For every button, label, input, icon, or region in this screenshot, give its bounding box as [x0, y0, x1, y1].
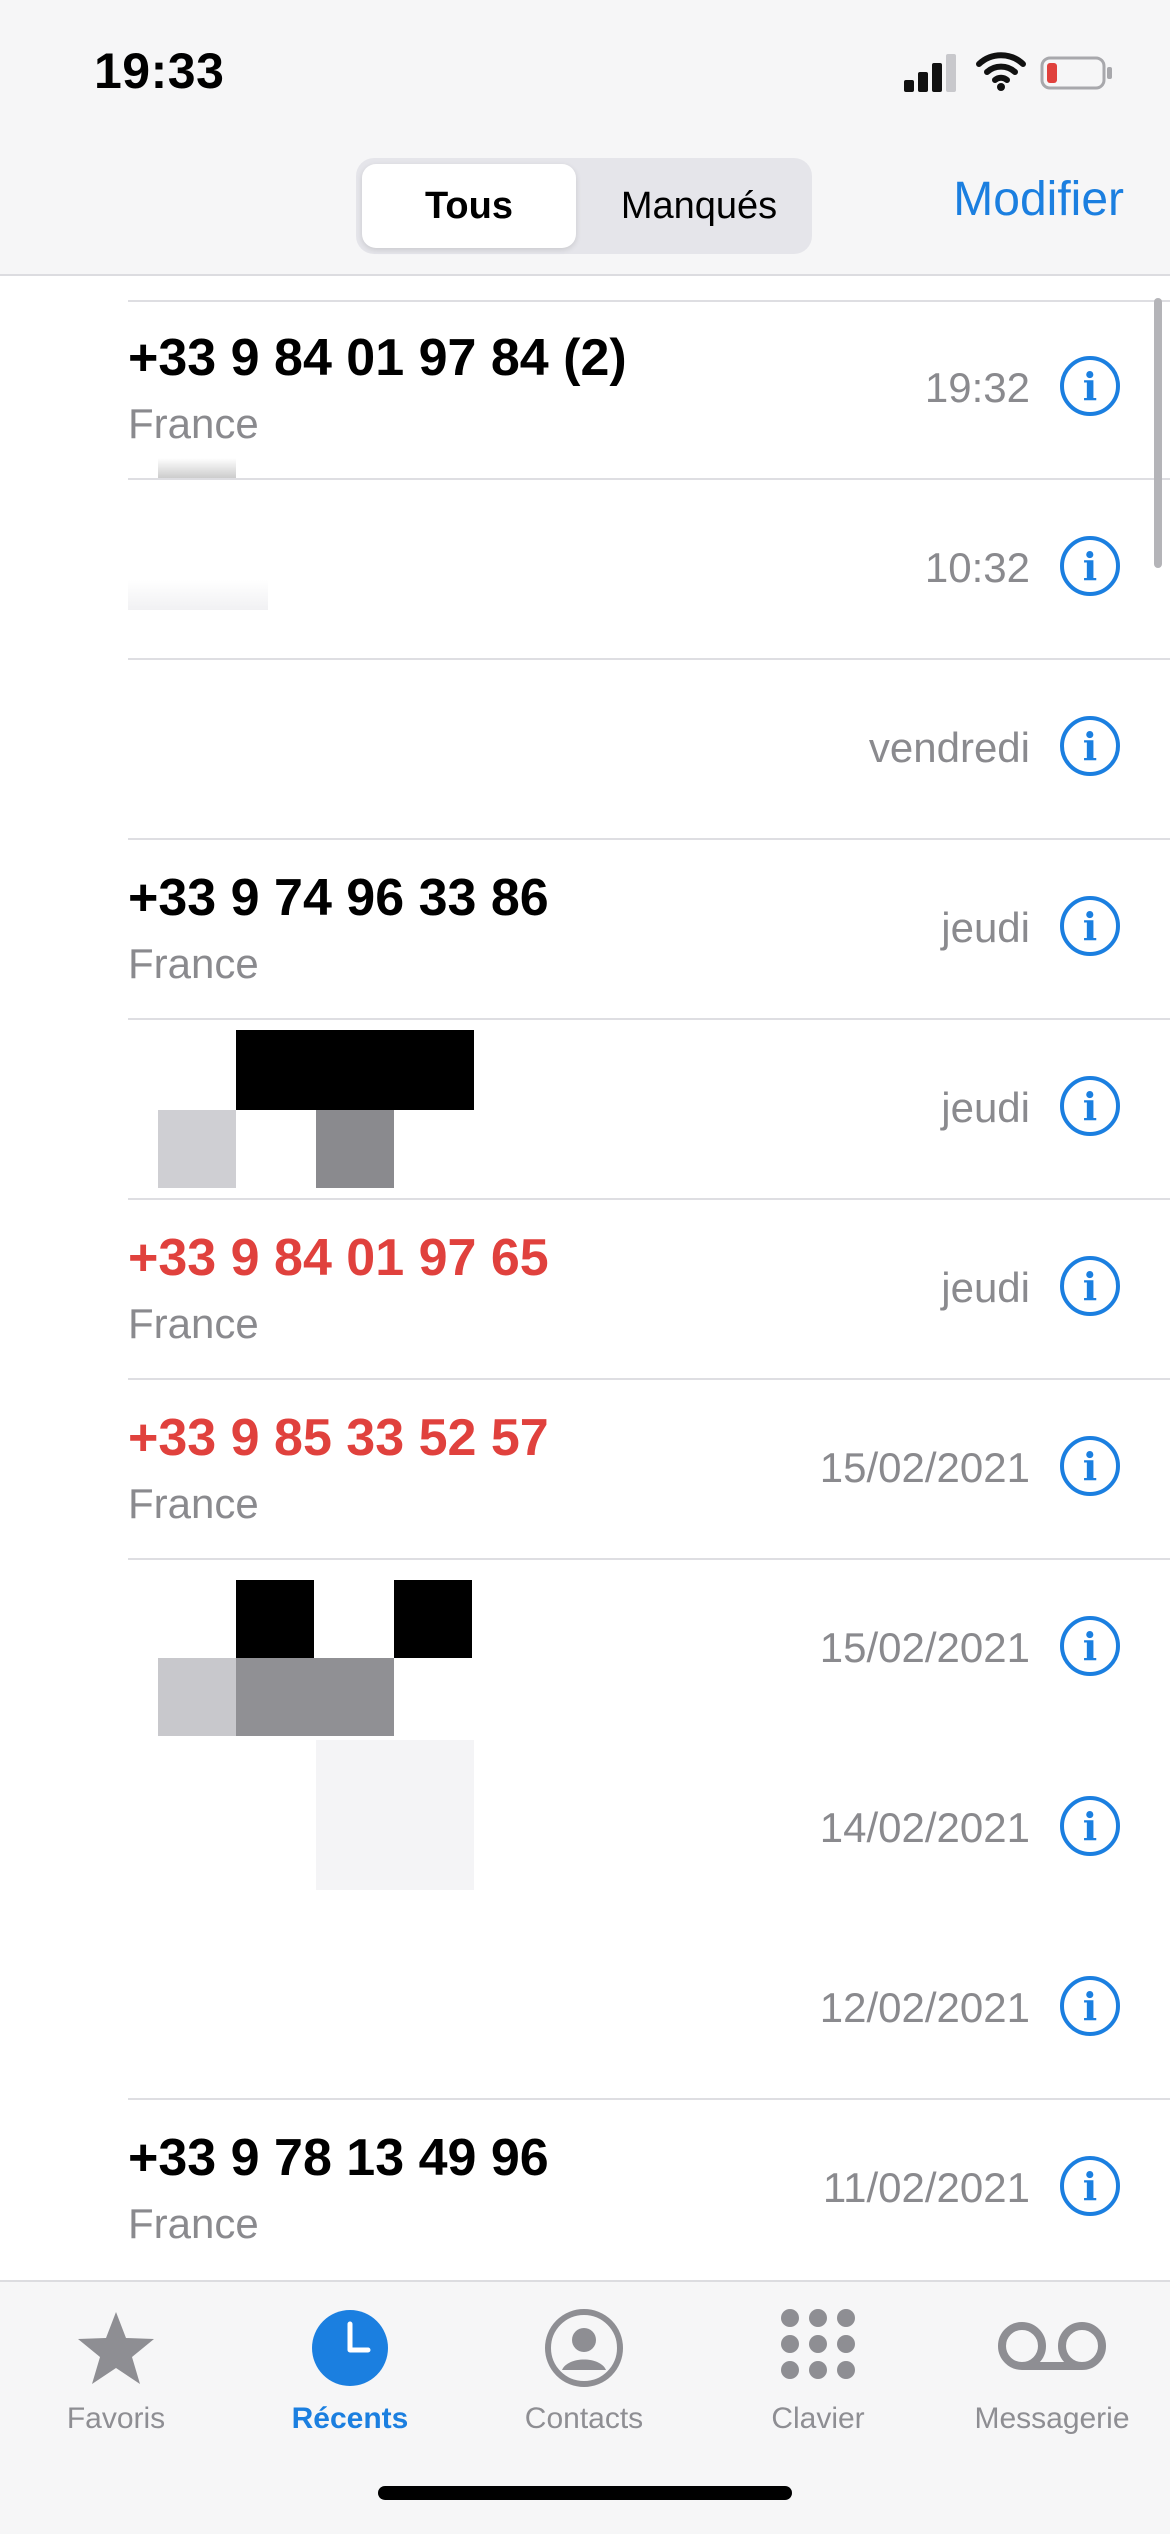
- call-time: 14/02/2021: [819, 1804, 1030, 1851]
- caller-number: +33 9 78 13 49 96: [128, 2129, 549, 2187]
- redacted-block: [236, 1658, 394, 1736]
- caller-number: +33 9 74 96 33 86: [128, 869, 549, 927]
- call-row[interactable]: 10:32 i: [0, 480, 1170, 660]
- call-time: 12/02/2021: [819, 1984, 1030, 2031]
- call-row[interactable]: 15/02/2021 i: [0, 1560, 1170, 1740]
- redacted-block: [236, 1030, 474, 1110]
- caller-location: France: [128, 2200, 259, 2247]
- tab-keypad[interactable]: Clavier: [718, 2298, 918, 2448]
- info-icon[interactable]: i: [1060, 1256, 1120, 1316]
- call-row[interactable]: vendredi i: [0, 660, 1170, 840]
- redacted-block: [316, 1740, 474, 1890]
- tab-contacts[interactable]: Contacts: [484, 2298, 684, 2448]
- info-icon[interactable]: i: [1060, 1976, 1120, 2036]
- keypad-icon: [778, 2308, 858, 2388]
- call-row[interactable]: +33 9 85 33 52 57 France 15/02/2021 i: [0, 1380, 1170, 1560]
- caller-number-missed: +33 9 85 33 52 57: [128, 1409, 549, 1467]
- signal-icon: [904, 52, 960, 92]
- tab-voicemail[interactable]: Messagerie: [952, 2298, 1152, 2448]
- info-icon[interactable]: i: [1060, 1796, 1120, 1856]
- person-circle-icon: [544, 2308, 624, 2388]
- nav-header: Tous Manqués Modifier: [0, 150, 1170, 276]
- caller-number-missed: +33 9 84 01 97 65: [128, 1229, 549, 1287]
- info-icon[interactable]: i: [1060, 716, 1120, 776]
- segment-missed[interactable]: Manqués: [592, 164, 806, 248]
- tab-recents[interactable]: Récents: [250, 2298, 450, 2448]
- redacted-block: [128, 580, 268, 610]
- call-row[interactable]: +33 9 84 01 97 84 (2) France 19:32 i: [0, 300, 1170, 480]
- redacted-block: [158, 1658, 236, 1736]
- redacted-block: [394, 1580, 472, 1658]
- status-time: 19:33: [94, 43, 225, 99]
- caller-location: France: [128, 940, 259, 987]
- call-time: 19:32: [924, 364, 1030, 411]
- call-row[interactable]: +33 9 78 13 49 96 France 11/02/2021 i: [0, 2100, 1170, 2280]
- info-icon[interactable]: i: [1060, 1436, 1120, 1496]
- call-time: jeudi: [941, 1084, 1030, 1131]
- tab-label: Contacts: [524, 2402, 644, 2435]
- redacted-block: [158, 458, 236, 478]
- redacted-block: [158, 1110, 236, 1188]
- calls-filter-segmented-control: Tous Manqués: [356, 158, 812, 254]
- voicemail-icon: [992, 2308, 1112, 2388]
- redacted-block: [316, 1110, 394, 1188]
- segment-all[interactable]: Tous: [362, 164, 576, 248]
- status-bar: 19:33: [0, 0, 1170, 150]
- tab-label: Messagerie: [974, 2402, 1130, 2435]
- tab-label: Récents: [291, 2402, 409, 2435]
- scrollbar[interactable]: [1154, 298, 1162, 568]
- battery-low-icon: [1040, 56, 1114, 90]
- info-icon[interactable]: i: [1060, 2156, 1120, 2216]
- tab-label: Favoris: [66, 2402, 166, 2435]
- info-icon[interactable]: i: [1060, 896, 1120, 956]
- call-time: jeudi: [941, 1264, 1030, 1311]
- info-icon[interactable]: i: [1060, 356, 1120, 416]
- recent-calls-list[interactable]: +33 9 84 01 97 84 (2) France 19:32 i 10:…: [0, 300, 1170, 2280]
- call-row[interactable]: +33 9 84 01 97 65 France jeudi i: [0, 1200, 1170, 1380]
- clock-icon: [310, 2308, 390, 2388]
- call-row[interactable]: 14/02/2021 i: [0, 1740, 1170, 1920]
- modify-button[interactable]: Modifier: [953, 172, 1124, 227]
- call-time: vendredi: [868, 724, 1030, 771]
- call-row[interactable]: jeudi i: [0, 1020, 1170, 1200]
- call-time: jeudi: [941, 904, 1030, 951]
- caller-number: +33 9 84 01 97 84 (2): [128, 329, 627, 387]
- info-icon[interactable]: i: [1060, 1616, 1120, 1676]
- info-icon[interactable]: i: [1060, 536, 1120, 596]
- call-time: 11/02/2021: [822, 2164, 1030, 2211]
- star-icon: [76, 2308, 156, 2388]
- tab-label: Clavier: [771, 2402, 865, 2435]
- call-time: 10:32: [924, 544, 1030, 591]
- info-icon[interactable]: i: [1060, 1076, 1120, 1136]
- call-time: 15/02/2021: [819, 1624, 1030, 1671]
- caller-location: France: [128, 1300, 259, 1347]
- row-divider: [128, 300, 1170, 302]
- call-row[interactable]: 12/02/2021 i: [0, 1920, 1170, 2100]
- caller-location: France: [128, 400, 259, 447]
- call-time: 15/02/2021: [819, 1444, 1030, 1491]
- wifi-icon: [976, 50, 1026, 92]
- home-indicator[interactable]: [378, 2486, 792, 2500]
- redacted-block: [236, 1580, 314, 1658]
- caller-location: France: [128, 1480, 259, 1527]
- call-row[interactable]: +33 9 74 96 33 86 France jeudi i: [0, 840, 1170, 1020]
- tab-favorites[interactable]: Favoris: [16, 2298, 216, 2448]
